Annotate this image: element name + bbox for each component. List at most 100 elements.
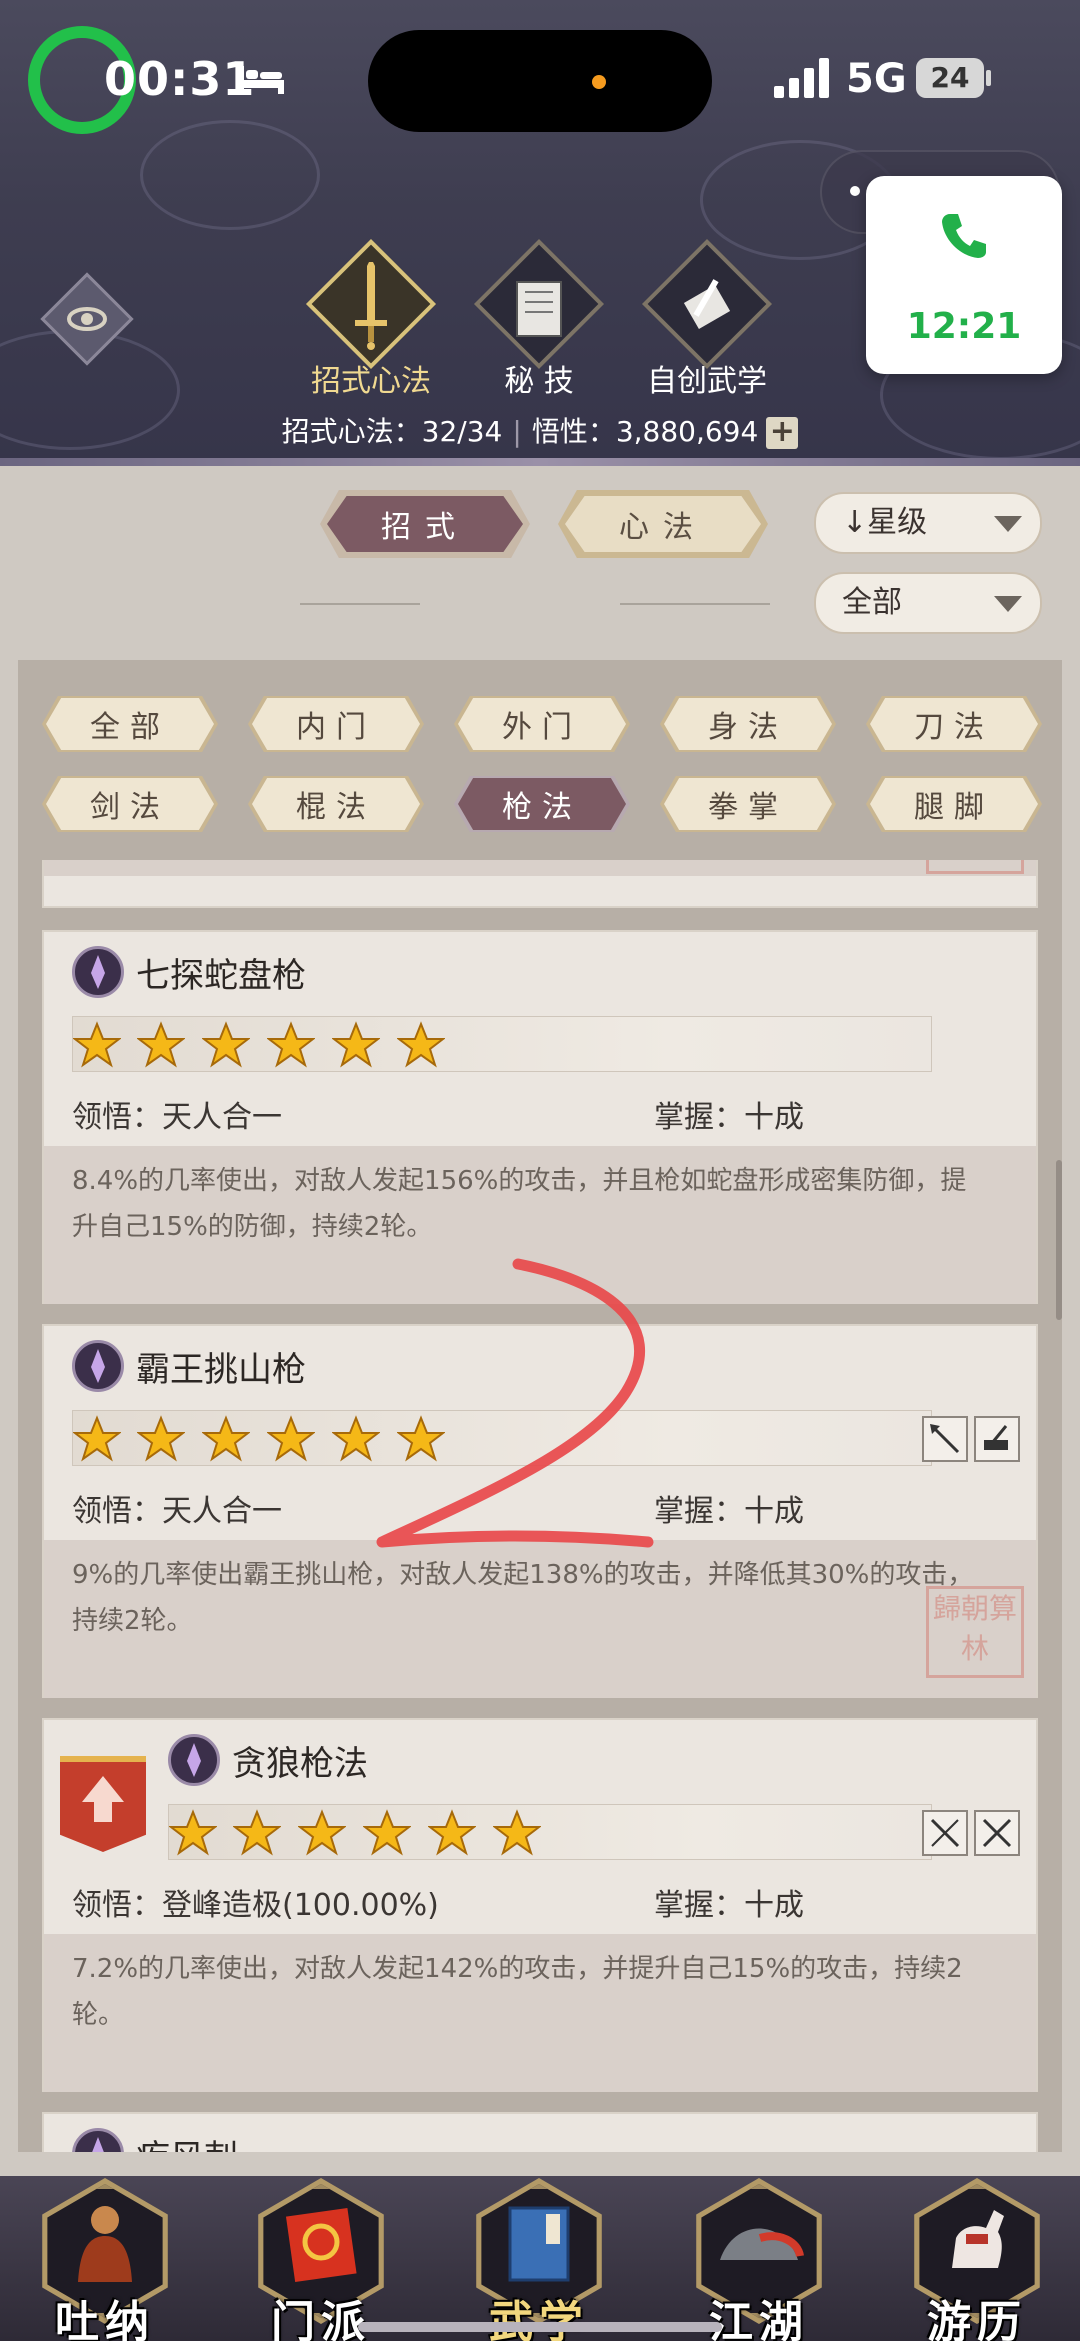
handwritten-annotation [376, 1258, 654, 1548]
scroll-icon [683, 279, 731, 329]
spear-skill-icon [72, 1340, 124, 1392]
category-inner[interactable]: 内门 [252, 698, 420, 750]
filter-dropdown[interactable]: 全部 [814, 572, 1042, 634]
nav-martial-arts[interactable]: 武学 [464, 2178, 614, 2341]
bamboo-hat-icon [720, 2228, 804, 2260]
list-scrollbar[interactable] [1056, 1160, 1062, 1320]
moves-count: 招式心法：32/34 [281, 415, 503, 448]
white-horse-icon [952, 2210, 1004, 2268]
star-icon [267, 1415, 315, 1462]
filter-value: 全部 [842, 585, 902, 620]
star-icon [332, 1021, 380, 1068]
battery-tip [986, 70, 991, 86]
category-footwork[interactable]: 身法 [664, 698, 832, 750]
star-icon [73, 1021, 121, 1068]
skill-card[interactable]: 疾风刺 [42, 2112, 1038, 2152]
mastery-level: 掌握：十成 [654, 1888, 804, 1923]
nav-label: 门派 [271, 2297, 371, 2341]
star-icon [137, 1415, 185, 1462]
category-staff[interactable]: 棍法 [252, 778, 420, 830]
seal-stamp: 歸朝算 林 [926, 1586, 1024, 1678]
nav-label: 游历 [927, 2297, 1027, 2341]
nav-label: 吐纳 [55, 2297, 155, 2341]
nav-breathing[interactable]: 吐纳 [30, 2178, 180, 2341]
category-blade[interactable]: 刀法 [870, 698, 1038, 750]
skill-name: 七探蛇盘枪 [136, 956, 306, 996]
dynamic-island [368, 30, 712, 132]
category-outer[interactable]: 外门 [458, 698, 626, 750]
star-icon [298, 1809, 346, 1856]
home-indicator[interactable] [358, 2322, 722, 2332]
sect-banner-icon [285, 2207, 357, 2282]
mode-tab-methods[interactable]: 心法 [565, 496, 761, 552]
nav-jianghu[interactable]: 江湖 [684, 2178, 834, 2341]
manual-book-icon [508, 2206, 570, 2282]
comprehension-level: 领悟：登峰造极(100.00%) [72, 1888, 439, 1923]
spear-weapon-icon[interactable] [922, 1416, 968, 1462]
ornament-line [300, 603, 420, 605]
spear-weapon-icon[interactable] [922, 1810, 968, 1856]
skill-description: 8.4%的几率使出，对敌人发起156%的攻击，并且枪如蛇盘形成密集防御，提升自己… [72, 1166, 967, 1242]
skill-name: 疾风刺 [136, 2130, 238, 2152]
star-icon [397, 1021, 445, 1068]
book-icon [516, 281, 562, 337]
tab-label: 秘 技 [504, 364, 574, 399]
tab-self-created[interactable]: 自创武学 [641, 238, 773, 399]
cellular-signal-icon [774, 58, 829, 98]
sword-icon [355, 262, 387, 350]
comprehension-level: 领悟：天人合一 [72, 1494, 282, 1529]
star-icon [202, 1415, 250, 1462]
spear-skill-icon [72, 2128, 124, 2152]
skill-card[interactable]: 七探蛇盘枪 领悟：天人合一 掌握：十成 8.4%的几率使出，对敌人发起156%的… [42, 930, 1038, 1304]
star-icon [73, 1415, 121, 1462]
category-fist[interactable]: 拳掌 [664, 778, 832, 830]
star-icon [267, 1021, 315, 1068]
status-time: 00:31 [104, 52, 256, 106]
sort-dropdown[interactable]: ↓星级 [814, 492, 1042, 554]
mode-tab-moves[interactable]: 招式 [327, 496, 523, 552]
progress-stats: 招式心法：32/34 | 悟性：3,880,694 + [0, 410, 1080, 450]
category-spear[interactable]: 枪法 [458, 778, 626, 830]
insight-value: 悟性：3,880,694 [531, 415, 759, 448]
nav-sect[interactable]: 门派 [246, 2178, 396, 2341]
category-all[interactable]: 全部 [46, 698, 214, 750]
meditating-monk-icon [78, 2206, 132, 2282]
star-icon [137, 1021, 185, 1068]
horse-weapon-icon[interactable] [974, 1416, 1020, 1462]
crossed-spears-icon[interactable] [974, 1810, 1020, 1856]
add-insight-button[interactable]: + [766, 417, 799, 449]
star-icon [202, 1021, 250, 1068]
battery-indicator: 24 [916, 58, 984, 98]
network-type: 5G [846, 56, 907, 102]
star-icon [233, 1809, 281, 1856]
privacy-dot [592, 75, 606, 89]
tab-moves-methods[interactable]: 招式心法 [305, 238, 437, 399]
ongoing-call-widget[interactable]: 12:21 [866, 176, 1062, 374]
seal-stamp [926, 860, 1024, 874]
mastery-level: 掌握：十成 [654, 1494, 804, 1529]
category-sword[interactable]: 剑法 [46, 778, 214, 830]
spear-skill-icon [72, 946, 124, 998]
sort-arrow-icon: ↓ [842, 505, 868, 540]
skill-description: 9%的几率使出霸王挑山枪，对敌人发起138%的攻击，并降低其30%的攻击，持续2… [72, 1560, 974, 1636]
tab-secret-skills[interactable]: 秘 技 [473, 238, 605, 399]
star-icon [428, 1809, 476, 1856]
skill-card[interactable] [42, 860, 1038, 908]
star-icon [493, 1809, 541, 1856]
chevron-down-icon [994, 596, 1022, 612]
skill-name: 霸王挑山枪 [136, 1350, 306, 1390]
skill-card[interactable]: 贪狼枪法 领悟：登峰造极(100.00%) 掌握：十成 7.2%的几率使出，对敌… [42, 1718, 1038, 2092]
star-rating [168, 1804, 932, 1860]
call-duration: 12:21 [906, 306, 1022, 347]
star-rating [72, 1016, 932, 1072]
category-leg[interactable]: 腿脚 [870, 778, 1038, 830]
comprehension-level: 领悟：天人合一 [72, 1100, 282, 1135]
mastery-level: 掌握：十成 [654, 1100, 804, 1135]
star-icon [363, 1809, 411, 1856]
nav-label: 江湖 [709, 2297, 809, 2341]
tab-label: 招式心法 [311, 364, 431, 399]
nav-label: 武学 [489, 2297, 589, 2341]
nav-travel[interactable]: 游历 [902, 2178, 1052, 2341]
sort-value: 星级 [867, 505, 928, 540]
star-icon [169, 1809, 217, 1856]
